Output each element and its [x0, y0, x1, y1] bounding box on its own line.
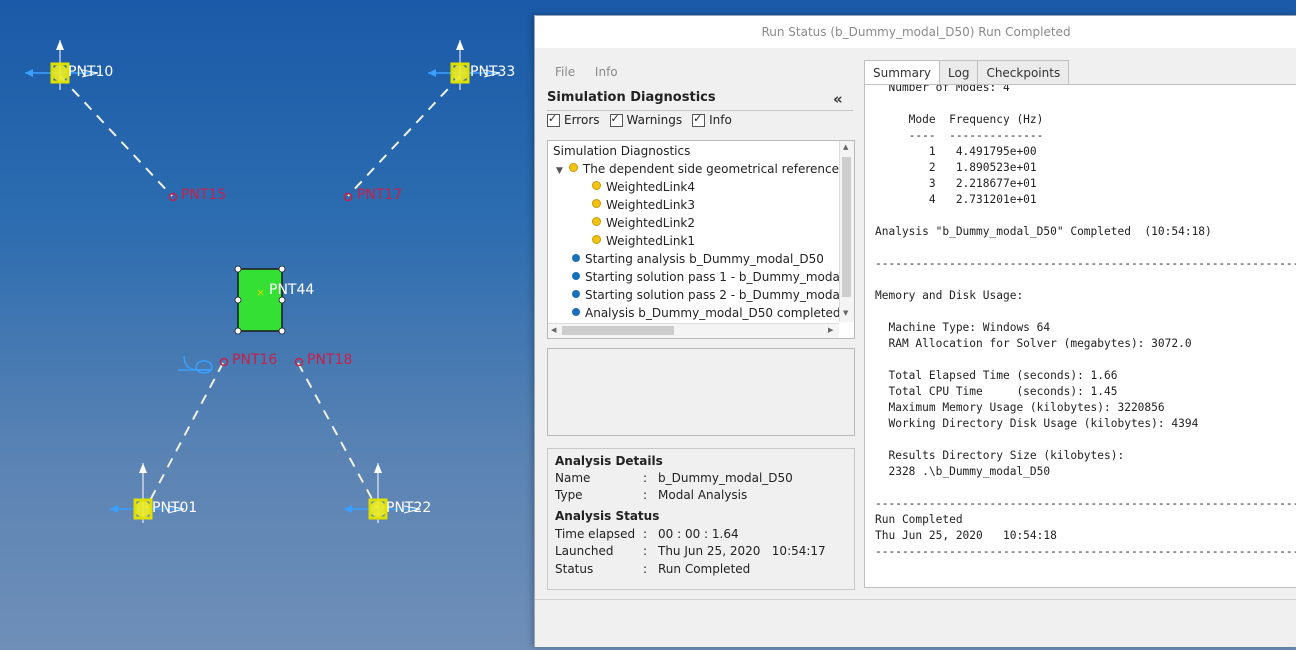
warning-icon — [592, 181, 601, 190]
summary-output[interactable]: Number of Modes: 4 Mode Frequency (Hz) -… — [864, 84, 1296, 588]
tree-item[interactable]: WeightedLink3 — [592, 196, 695, 214]
summary-text: Number of Modes: 4 Mode Frequency (Hz) -… — [875, 84, 1296, 558]
link-pnt16-pnt01 — [145, 362, 224, 509]
tree-item[interactable]: Analysis b_Dummy_modal_D50 completed — [572, 304, 841, 322]
warning-icon — [592, 235, 601, 244]
info-label: Info — [709, 113, 732, 127]
output-tabs: Summary Log Checkpoints — [864, 60, 1070, 85]
joint-icon — [178, 355, 213, 374]
link-pnt33-pnt17 — [347, 75, 461, 197]
diagnostics-filters: Errors Warnings Info — [547, 112, 738, 127]
menu-bar: File Info — [555, 65, 634, 79]
point-label: PNT01 — [152, 500, 198, 516]
point-label: PNT10 — [68, 64, 114, 80]
diagnostics-title: Simulation Diagnostics — [547, 90, 853, 111]
detail-key: Time elapsed — [555, 527, 636, 541]
detail-colon: : — [643, 527, 648, 541]
diagnostics-tree[interactable]: Simulation Diagnostics ▼ The dependent si… — [547, 140, 855, 339]
detail-colon: : — [643, 488, 648, 502]
detail-key: Name — [555, 471, 591, 485]
warning-icon — [568, 163, 578, 172]
detail-key: Type — [555, 488, 583, 502]
detail-colon: : — [643, 471, 648, 485]
warnings-label: Warnings — [626, 113, 683, 127]
detail-key: Status — [555, 562, 594, 576]
collapse-icon[interactable]: « — [833, 90, 843, 108]
tree-item[interactable]: Starting solution pass 2 - b_Dummy_modal… — [572, 286, 849, 304]
analysis-name: b_Dummy_modal_D50 — [658, 471, 793, 485]
time-elapsed: 00 : 00 : 1.64 — [658, 527, 739, 541]
warning-icon — [592, 217, 601, 226]
detail-key: Launched — [555, 544, 614, 558]
warnings-checkbox[interactable]: Warnings — [609, 112, 683, 127]
scroll-thumb[interactable] — [562, 326, 674, 335]
tree-group[interactable]: ▼ The dependent side geometrical referenc… — [556, 160, 845, 178]
scroll-down-icon[interactable]: ▼ — [843, 309, 848, 317]
tree-item[interactable]: WeightedLink1 — [592, 232, 695, 250]
expand-icon[interactable]: ▼ — [556, 162, 563, 180]
point-label: PNT18 — [307, 352, 353, 368]
tab-log[interactable]: Log — [939, 60, 979, 84]
tree-item[interactable]: WeightedLink2 — [592, 214, 695, 232]
checkbox-icon[interactable] — [609, 112, 623, 127]
info-icon — [572, 290, 580, 298]
mass-block: × — [234, 265, 286, 335]
info-checkbox[interactable]: Info — [692, 112, 732, 127]
analysis-details-title: Analysis Details — [555, 454, 663, 468]
link-pnt10-pnt15 — [59, 75, 173, 197]
tree-horizontal-scrollbar[interactable]: ◀ ▶ — [548, 323, 839, 338]
tab-summary[interactable]: Summary — [864, 60, 940, 85]
dialog-title[interactable]: Run Status (b_Dummy_modal_D50) Run Compl… — [535, 16, 1296, 48]
tree-group-label: The dependent side geometrical reference… — [582, 162, 846, 176]
run-status-dialog: Run Status (b_Dummy_modal_D50) Run Compl… — [534, 15, 1296, 647]
tree-item-label: WeightedLink3 — [606, 198, 696, 212]
checkbox-icon[interactable] — [692, 112, 706, 127]
info-icon — [572, 254, 580, 262]
tree-item-label: WeightedLink1 — [606, 234, 696, 248]
menu-info[interactable]: Info — [595, 65, 618, 79]
tree-item-label: Starting analysis b_Dummy_modal_D50 — [585, 252, 824, 266]
tree-root[interactable]: Simulation Diagnostics — [553, 142, 690, 160]
tree-item[interactable]: Starting solution pass 1 - b_Dummy_modal… — [572, 268, 849, 286]
info-icon — [572, 272, 580, 280]
tree-item[interactable]: WeightedLink4 — [592, 178, 695, 196]
point-label: PNT22 — [386, 500, 432, 516]
errors-checkbox[interactable]: Errors — [547, 112, 600, 127]
tree-item-label: WeightedLink4 — [606, 180, 696, 194]
analysis-type: Modal Analysis — [658, 488, 748, 502]
analysis-details-panel: Analysis Details Name : b_Dummy_modal_D5… — [547, 448, 855, 590]
info-icon — [572, 308, 580, 316]
launched-time: Thu Jun 25, 2020 10:54:17 — [658, 544, 826, 558]
tree-item-label: Starting solution pass 1 - b_Dummy_modal… — [585, 270, 850, 284]
detail-colon: : — [643, 562, 648, 576]
tree-item-label: Analysis b_Dummy_modal_D50 completed — [585, 306, 841, 320]
point-label: PNT44 — [269, 282, 315, 298]
tree-item-label: WeightedLink2 — [606, 216, 696, 230]
warning-icon — [592, 199, 601, 208]
menu-file[interactable]: File — [555, 65, 575, 79]
point-label: PNT33 — [470, 64, 516, 80]
divider — [535, 599, 1296, 600]
tree-item[interactable]: Starting analysis b_Dummy_modal_D50 — [572, 250, 824, 268]
run-status: Run Completed — [658, 562, 751, 576]
errors-label: Errors — [564, 113, 600, 127]
scroll-up-icon[interactable]: ▲ — [843, 143, 848, 151]
detail-colon: : — [643, 544, 648, 558]
tab-checkpoints[interactable]: Checkpoints — [977, 60, 1070, 84]
svg-text:×: × — [256, 286, 265, 299]
scroll-left-icon[interactable]: ◀ — [551, 326, 556, 334]
tree-vertical-scrollbar[interactable]: ▲ ▼ — [839, 141, 854, 322]
3d-viewport[interactable]: × PNT10 PNT33 PNT15 PNT17 PNT44 PNT16 PN… — [0, 0, 536, 650]
checkbox-icon[interactable] — [547, 112, 560, 127]
scroll-right-icon[interactable]: ▶ — [828, 326, 833, 334]
point-label: PNT16 — [232, 352, 278, 368]
point-label: PNT15 — [181, 187, 227, 203]
point-label: PNT17 — [357, 187, 403, 203]
link-pnt18-pnt22 — [297, 362, 378, 509]
tree-item-label: Starting solution pass 2 - b_Dummy_modal… — [585, 288, 850, 302]
scroll-thumb[interactable] — [842, 157, 851, 297]
analysis-status-title: Analysis Status — [555, 509, 660, 523]
model-geometry: × — [25, 40, 501, 523]
message-detail-panel — [547, 348, 855, 436]
